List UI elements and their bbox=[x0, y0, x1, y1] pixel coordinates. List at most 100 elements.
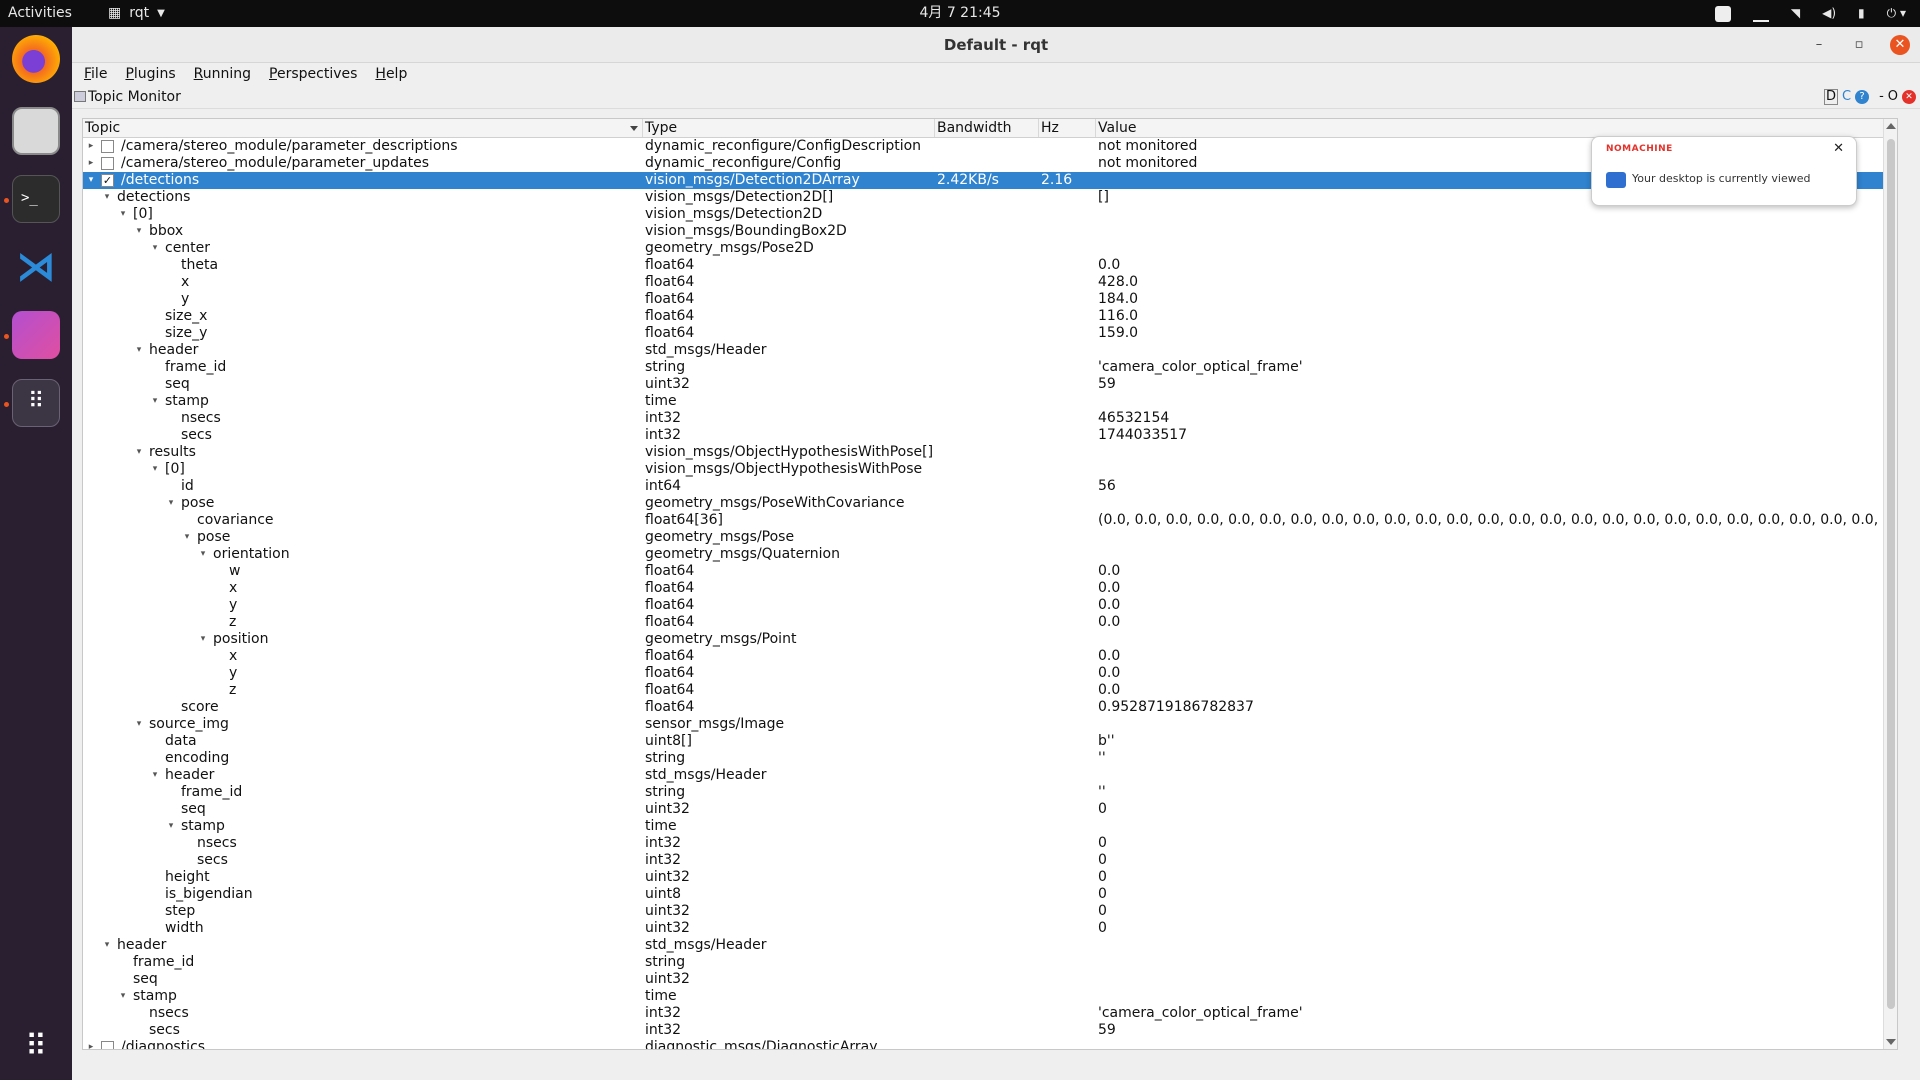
power-icon[interactable]: ⏻ ▾ bbox=[1887, 0, 1906, 27]
expand-arrow-icon[interactable]: ▾ bbox=[101, 937, 113, 954]
vscode-icon[interactable]: ⋊ bbox=[12, 243, 60, 291]
tree-row[interactable]: w float64 0.0 bbox=[83, 563, 1897, 580]
show-apps-icon[interactable]: ⠿ bbox=[12, 1023, 60, 1071]
maximize-button[interactable]: ▫ bbox=[1850, 36, 1868, 54]
tree-row[interactable]: is_bigendian uint8 0 bbox=[83, 886, 1897, 903]
volume-icon[interactable]: ◀) bbox=[1822, 0, 1836, 27]
close-button[interactable]: ✕ bbox=[1890, 35, 1910, 55]
notification-close-button[interactable]: ✕ bbox=[1833, 141, 1844, 156]
scroll-down-icon[interactable] bbox=[1886, 1039, 1896, 1045]
tree-row[interactable]: secs int32 0 bbox=[83, 852, 1897, 869]
system-tray[interactable]: ◥ ◀) ▮ ⏻ ▾ bbox=[1714, 0, 1906, 27]
monitor-checkbox[interactable] bbox=[101, 1041, 114, 1049]
tree-row[interactable]: covariance float64[36] (0.0, 0.0, 0.0, 0.0… bbox=[83, 512, 1897, 529]
menu-file[interactable]: File bbox=[82, 63, 109, 85]
tree-row[interactable]: ▾ pose geometry_msgs/Pose bbox=[83, 529, 1897, 546]
expand-arrow-icon[interactable]: ▾ bbox=[149, 240, 161, 257]
collapse-arrow-icon[interactable]: ▸ bbox=[85, 138, 97, 155]
tree-row[interactable]: seq uint32 0 bbox=[83, 801, 1897, 818]
tree-row[interactable]: ▾ stamp time bbox=[83, 988, 1897, 1005]
tree-row[interactable]: nsecs int32 0 bbox=[83, 835, 1897, 852]
expand-arrow-icon[interactable]: ▾ bbox=[197, 631, 209, 648]
expand-arrow-icon[interactable]: ▾ bbox=[101, 189, 113, 206]
scroll-up-icon[interactable] bbox=[1886, 123, 1896, 129]
monitor-checkbox[interactable] bbox=[101, 157, 114, 170]
tree-row[interactable]: ▾ source_img sensor_msgs/Image bbox=[83, 716, 1897, 733]
window-titlebar[interactable]: Default - rqt – ▫ ✕ bbox=[72, 27, 1920, 63]
expand-arrow-icon[interactable]: ▾ bbox=[149, 461, 161, 478]
tree-row[interactable]: z float64 0.0 bbox=[83, 682, 1897, 699]
expand-arrow-icon[interactable]: ▾ bbox=[133, 223, 145, 240]
expand-arrow-icon[interactable]: ▾ bbox=[117, 206, 129, 223]
menu-perspectives[interactable]: Perspectives bbox=[267, 63, 359, 85]
expand-arrow-icon[interactable]: ▾ bbox=[149, 393, 161, 410]
expand-arrow-icon[interactable]: ▾ bbox=[117, 988, 129, 1005]
tree-row[interactable]: theta float64 0.0 bbox=[83, 257, 1897, 274]
expand-arrow-icon[interactable]: ▾ bbox=[181, 529, 193, 546]
tree-row[interactable]: x float64 428.0 bbox=[83, 274, 1897, 291]
tree-row[interactable]: ▸ /diagnostics diagnostic_msgs/DiagnosticA… bbox=[83, 1039, 1897, 1049]
network-monitor-icon[interactable] bbox=[1752, 6, 1769, 22]
column-header-type[interactable]: Type bbox=[643, 119, 935, 137]
tree-row[interactable]: ▾ header std_msgs/Header bbox=[83, 342, 1897, 359]
terminal-icon[interactable]: >_ bbox=[12, 175, 60, 223]
collapse-arrow-icon[interactable]: ▸ bbox=[85, 155, 97, 172]
vertical-scrollbar[interactable] bbox=[1883, 119, 1897, 1049]
menu-help[interactable]: Help bbox=[373, 63, 409, 85]
tree-row[interactable]: seq uint32 59 bbox=[83, 376, 1897, 393]
activities-button[interactable]: Activities bbox=[8, 0, 72, 27]
tree-row[interactable]: frame_id string bbox=[83, 954, 1897, 971]
microphone-icon[interactable]: ▮ bbox=[1858, 0, 1865, 27]
close-plugin-button[interactable]: ✕ bbox=[1902, 90, 1916, 104]
app-menu[interactable]: ▦ rqt ▼ bbox=[108, 0, 165, 27]
menu-running[interactable]: Running bbox=[192, 63, 253, 85]
tree-row[interactable]: size_x float64 116.0 bbox=[83, 308, 1897, 325]
column-header-bandwidth[interactable]: Bandwidth bbox=[935, 119, 1039, 137]
rqt-icon[interactable]: ⠿ bbox=[12, 379, 60, 427]
tree-row[interactable]: ▾ stamp time bbox=[83, 818, 1897, 835]
tree-row[interactable]: score float64 0.9528719186782837 bbox=[83, 699, 1897, 716]
tree-row[interactable]: data uint8[] b'' bbox=[83, 733, 1897, 750]
expand-arrow-icon[interactable]: ▾ bbox=[133, 444, 145, 461]
tree-row[interactable]: ▾ [0] vision_msgs/Detection2D bbox=[83, 206, 1897, 223]
tree-row[interactable]: id int64 56 bbox=[83, 478, 1897, 495]
tree-row[interactable]: nsecs int32 46532154 bbox=[83, 410, 1897, 427]
tree-row[interactable]: secs int32 1744033517 bbox=[83, 427, 1897, 444]
collapse-arrow-icon[interactable]: ▸ bbox=[85, 1039, 97, 1049]
tree-row[interactable]: x float64 0.0 bbox=[83, 580, 1897, 597]
tree-row[interactable]: frame_id string 'camera_color_optical_fram… bbox=[83, 359, 1897, 376]
monitor-checkbox[interactable]: ✓ bbox=[101, 174, 114, 187]
tree-row[interactable]: ▾ results vision_msgs/ObjectHypothesisWith… bbox=[83, 444, 1897, 461]
topic-tree[interactable]: Topic Type Bandwidth Hz Value ▸ /camera/s… bbox=[82, 118, 1898, 1050]
column-header-value[interactable]: Value bbox=[1096, 119, 1897, 137]
minimize-plugin-button[interactable]: - bbox=[1879, 85, 1884, 109]
tree-row[interactable]: y float64 0.0 bbox=[83, 597, 1897, 614]
expand-arrow-icon[interactable]: ▾ bbox=[165, 818, 177, 835]
tree-row[interactable]: ▾ orientation geometry_msgs/Quaternion bbox=[83, 546, 1897, 563]
expand-arrow-icon[interactable]: ▾ bbox=[149, 767, 161, 784]
monitor-checkbox[interactable] bbox=[101, 140, 114, 153]
tree-row[interactable]: ▾ center geometry_msgs/Pose2D bbox=[83, 240, 1897, 257]
firefox-icon[interactable] bbox=[12, 35, 60, 83]
minimize-button[interactable]: – bbox=[1810, 36, 1828, 54]
tree-row[interactable]: seq uint32 bbox=[83, 971, 1897, 988]
tree-row[interactable]: ▾ pose geometry_msgs/PoseWithCovariance bbox=[83, 495, 1897, 512]
tree-row[interactable]: ▾ position geometry_msgs/Point bbox=[83, 631, 1897, 648]
menu-plugins[interactable]: Plugins bbox=[123, 63, 177, 85]
tree-row[interactable]: step uint32 0 bbox=[83, 903, 1897, 920]
tree-row[interactable]: ▾ header std_msgs/Header bbox=[83, 937, 1897, 954]
expand-arrow-icon[interactable]: ▾ bbox=[133, 716, 145, 733]
clock[interactable]: 4月 7 21:45 bbox=[919, 0, 1000, 27]
expand-arrow-icon[interactable]: ▾ bbox=[197, 546, 209, 563]
tree-row[interactable]: ▾ header std_msgs/Header bbox=[83, 767, 1897, 784]
tree-row[interactable]: nsecs int32 'camera_color_optical_frame' bbox=[83, 1005, 1897, 1022]
expand-arrow-icon[interactable]: ▾ bbox=[133, 342, 145, 359]
tree-row[interactable]: ▾ stamp time bbox=[83, 393, 1897, 410]
image-viewer-icon[interactable] bbox=[12, 311, 60, 359]
tree-row[interactable]: y float64 184.0 bbox=[83, 291, 1897, 308]
float-plugin-button[interactable]: O bbox=[1888, 85, 1898, 109]
expand-arrow-icon[interactable]: ▾ bbox=[85, 172, 97, 189]
tree-row[interactable]: encoding string '' bbox=[83, 750, 1897, 767]
wifi-icon[interactable]: ◥ bbox=[1791, 0, 1800, 27]
tree-row[interactable]: ▾ [0] vision_msgs/ObjectHypothesisWithPose bbox=[83, 461, 1897, 478]
